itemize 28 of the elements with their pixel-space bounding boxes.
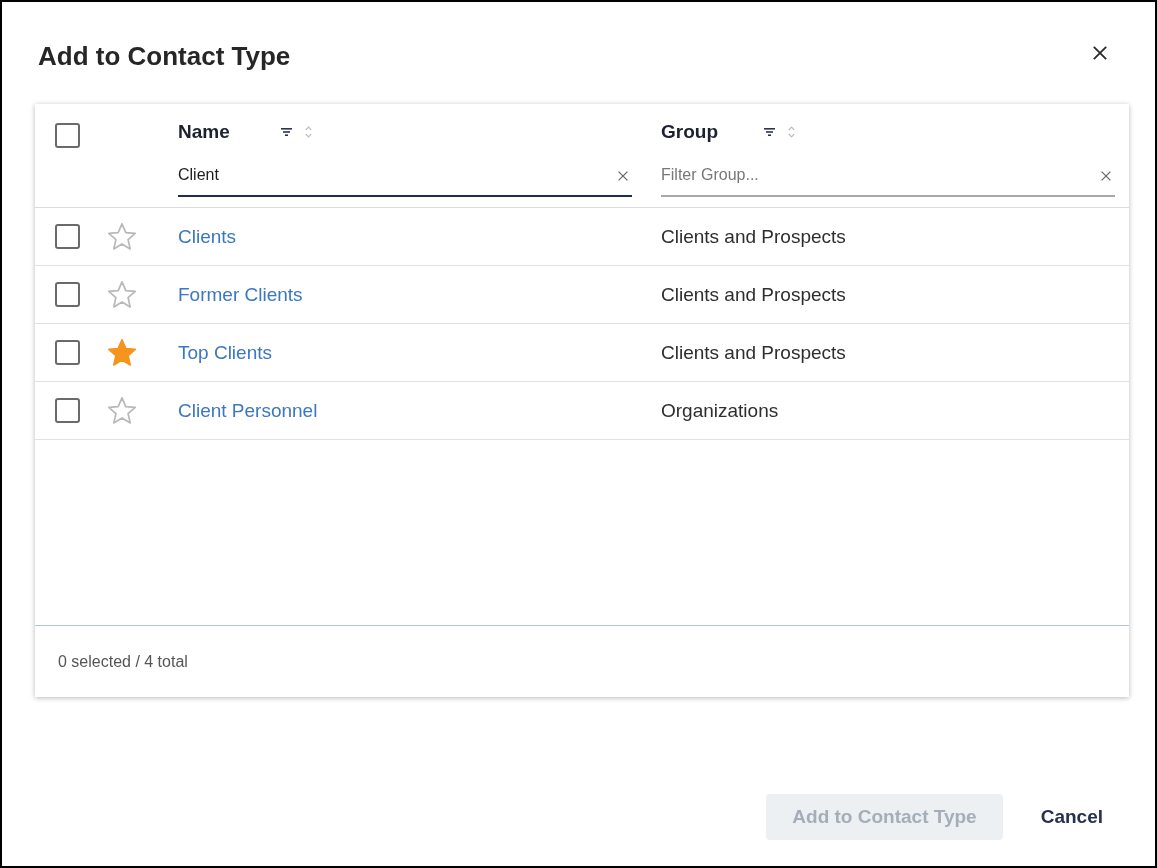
row-checkbox[interactable] (55, 340, 80, 365)
filter-icon[interactable] (764, 128, 775, 136)
contact-type-link[interactable]: Top Clients (178, 341, 272, 364)
filter-field[interactable]: Filter Group... (661, 155, 1115, 197)
star-icon[interactable] (108, 223, 136, 250)
column-header: Group (661, 121, 719, 143)
contact-type-link[interactable]: Client Personnel (178, 399, 318, 422)
clear-icon[interactable] (1101, 171, 1111, 181)
row-checkbox[interactable] (55, 282, 80, 307)
column-header: Name (178, 121, 231, 143)
group-text: Clients and Prospects (661, 225, 846, 248)
filter-icon[interactable] (281, 128, 292, 136)
star-icon[interactable] (108, 281, 136, 308)
group-text: Clients and Prospects (661, 341, 846, 364)
star-icon[interactable] (108, 339, 136, 366)
group-text: Organizations (661, 399, 779, 422)
clear-icon[interactable] (618, 171, 628, 181)
row-checkbox[interactable] (55, 224, 80, 249)
group-text: Clients and Prospects (661, 283, 846, 306)
star-icon[interactable] (108, 397, 136, 424)
contact-type-link[interactable]: Former Clients (178, 283, 303, 306)
cancel-button[interactable]: Cancel (1028, 794, 1115, 840)
dialog-title: Add to Contact Type (38, 40, 291, 72)
selection-count: 0 selected / 4 total (58, 652, 188, 671)
select-all-checkbox[interactable] (55, 123, 80, 148)
filter-field[interactable]: Client (178, 155, 632, 197)
row-checkbox[interactable] (55, 398, 80, 423)
contact-type-link[interactable]: Clients (178, 225, 237, 248)
